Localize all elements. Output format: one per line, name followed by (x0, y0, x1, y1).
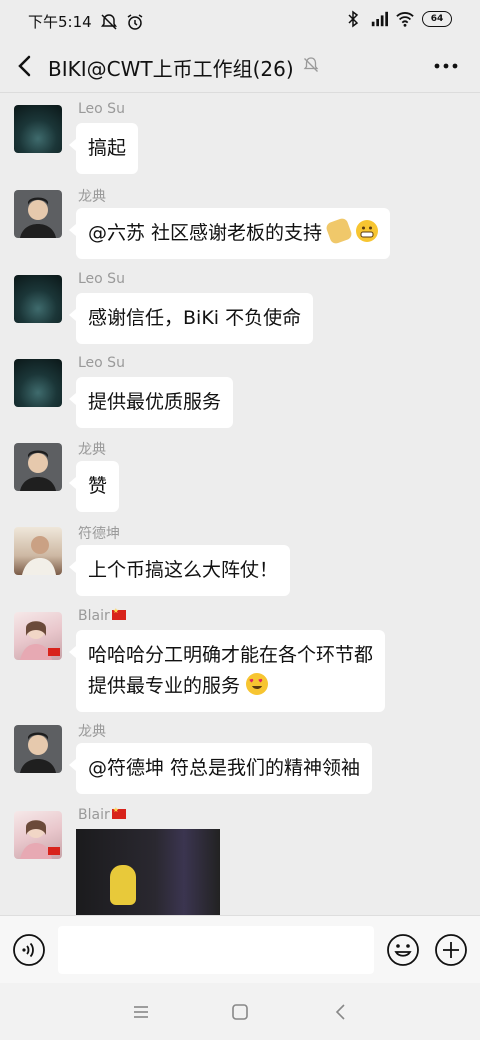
more-dots-icon[interactable] (432, 52, 460, 80)
bluetooth-icon (348, 10, 359, 28)
heart-eyes-emoji-icon (246, 673, 269, 695)
back-arrow-icon[interactable] (12, 52, 40, 80)
input-bar (0, 915, 480, 984)
avatar[interactable] (14, 275, 62, 323)
message-text-line: 哈哈哈分工明确才能在各个环节都 (88, 644, 374, 666)
person-silhouette (20, 621, 60, 660)
sender-name: Leo Su (78, 355, 125, 371)
sender-name: Blair (78, 806, 126, 823)
person-silhouette (20, 197, 56, 238)
china-flag-icon (111, 806, 126, 819)
voice-icon[interactable] (12, 933, 46, 967)
message-text: 赞 (88, 475, 108, 497)
sender-name: 龙典 (78, 442, 106, 458)
chat-header: BIKI@CWT上币工作组(26) (0, 40, 480, 93)
sender-name: 龙典 (78, 724, 106, 740)
sender-name: Leo Su (78, 271, 125, 287)
avatar[interactable] (14, 612, 62, 660)
sender-name: Blair (78, 607, 126, 624)
china-flag-icon (111, 607, 126, 620)
chat-title: BIKI@CWT上币工作组(26) (48, 57, 294, 81)
avatar[interactable] (14, 811, 62, 859)
back-nav-icon[interactable] (330, 1001, 352, 1023)
plus-icon[interactable] (434, 933, 468, 967)
message-bubble[interactable]: @六苏 社区感谢老板的支持 (68, 208, 391, 259)
signal-icon (371, 11, 388, 27)
message-text: @符德坤 符总是我们的精神领袖 (88, 757, 361, 779)
image-message[interactable] (76, 829, 220, 915)
emoji-icon[interactable] (386, 933, 420, 967)
menu-icon[interactable] (130, 1001, 152, 1023)
message-text: 上个币搞这么大阵仗！ (88, 559, 279, 581)
alarm-clock-icon (127, 13, 143, 30)
message-bubble[interactable]: 赞 (68, 461, 120, 512)
sender-name: Leo Su (78, 101, 125, 117)
avatar[interactable] (14, 105, 62, 153)
status-left: 下午5:14 (28, 11, 144, 32)
system-nav-bar (0, 983, 480, 1040)
sender-name: 龙典 (78, 189, 106, 205)
status-right: 64 (344, 10, 452, 28)
message-text-line-2: 提供最专业的服务 (88, 671, 373, 702)
sender-name-text: Blair (78, 608, 110, 624)
status-time: 下午5:14 (28, 13, 92, 31)
avatar[interactable] (14, 190, 62, 238)
battery-level: 64 (430, 14, 444, 24)
message-text: 提供最专业的服务 (88, 675, 241, 697)
sender-name-text: Blair (78, 807, 110, 823)
image-content (110, 865, 136, 905)
message-text: 感谢信任，BiKi 不负使命 (88, 307, 302, 329)
grinning-face-emoji-icon (356, 220, 379, 242)
message-input[interactable] (58, 926, 374, 974)
wifi-icon (396, 12, 414, 27)
person-silhouette (22, 536, 56, 575)
sender-name: 符德坤 (78, 526, 120, 542)
message-text: 搞起 (88, 137, 127, 159)
bell-off-icon (303, 57, 319, 72)
home-icon[interactable] (229, 1001, 251, 1023)
status-bar: 下午5:14 64 (0, 0, 480, 40)
message-bubble[interactable]: @符德坤 符总是我们的精神领袖 (68, 743, 373, 794)
message-text: 提供最优质服务 (88, 391, 222, 413)
person-silhouette (20, 732, 56, 773)
notification-muted-icon (100, 13, 117, 30)
avatar[interactable] (14, 725, 62, 773)
battery-icon: 64 (422, 11, 452, 27)
message-bubble[interactable]: 感谢信任，BiKi 不负使命 (68, 293, 314, 344)
message-bubble[interactable]: 提供最优质服务 (68, 377, 234, 428)
clapping-hands-emoji-icon (324, 216, 354, 246)
avatar[interactable] (14, 527, 62, 575)
person-silhouette (20, 450, 56, 491)
message-list[interactable]: Leo Su 搞起 龙典 @六苏 社区感谢老板的支持 Leo Su 感谢信任，B… (0, 93, 480, 915)
avatar[interactable] (14, 359, 62, 407)
person-silhouette (20, 820, 60, 859)
message-text: @六苏 社区感谢老板的支持 (88, 222, 323, 244)
message-bubble[interactable]: 哈哈哈分工明确才能在各个环节都 提供最专业的服务 (68, 630, 386, 712)
message-bubble[interactable]: 搞起 (68, 123, 139, 174)
message-bubble[interactable]: 上个币搞这么大阵仗！ (68, 545, 291, 596)
avatar[interactable] (14, 443, 62, 491)
